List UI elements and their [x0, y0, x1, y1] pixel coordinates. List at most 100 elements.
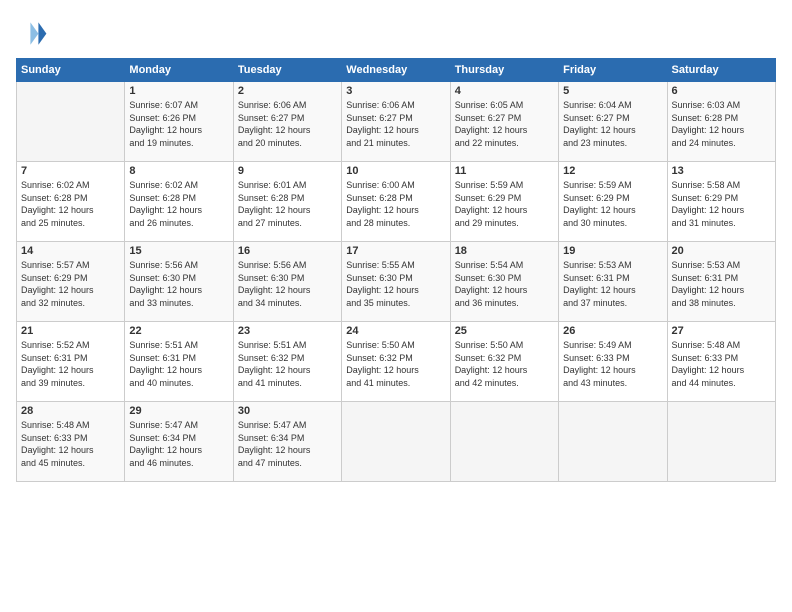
- day-info: Sunrise: 5:56 AM Sunset: 6:30 PM Dayligh…: [238, 259, 337, 309]
- day-number: 30: [238, 405, 337, 417]
- calendar-cell: 28Sunrise: 5:48 AM Sunset: 6:33 PM Dayli…: [17, 402, 125, 482]
- day-number: 25: [455, 325, 554, 337]
- day-info: Sunrise: 6:04 AM Sunset: 6:27 PM Dayligh…: [563, 99, 662, 149]
- day-info: Sunrise: 5:47 AM Sunset: 6:34 PM Dayligh…: [129, 419, 228, 469]
- calendar-table: SundayMondayTuesdayWednesdayThursdayFrid…: [16, 58, 776, 482]
- calendar-cell: 29Sunrise: 5:47 AM Sunset: 6:34 PM Dayli…: [125, 402, 233, 482]
- day-info: Sunrise: 6:02 AM Sunset: 6:28 PM Dayligh…: [21, 179, 120, 229]
- day-info: Sunrise: 5:47 AM Sunset: 6:34 PM Dayligh…: [238, 419, 337, 469]
- day-number: 26: [563, 325, 662, 337]
- calendar-cell: 9Sunrise: 6:01 AM Sunset: 6:28 PM Daylig…: [233, 162, 341, 242]
- calendar-cell: 12 Sunrise: 5:59 AM Sunset: 6:29 PM Dayli…: [559, 162, 667, 242]
- day-number: 7: [21, 165, 120, 177]
- calendar-cell: 5 Sunrise: 6:04 AM Sunset: 6:27 PM Daylig…: [559, 82, 667, 162]
- day-number: 12: [563, 165, 662, 177]
- day-info: Sunrise: 5:55 AM Sunset: 6:30 PM Dayligh…: [346, 259, 445, 309]
- day-info: Sunrise: 6:03 AM Sunset: 6:28 PM Dayligh…: [672, 99, 771, 149]
- calendar-cell: 2 Sunrise: 6:06 AM Sunset: 6:27 PM Daylig…: [233, 82, 341, 162]
- day-info: Sunrise: 6:06 AM Sunset: 6:27 PM Dayligh…: [346, 99, 445, 149]
- calendar-header-row: SundayMondayTuesdayWednesdayThursdayFrid…: [17, 59, 776, 82]
- day-number: 3: [346, 85, 445, 97]
- col-header-sunday: Sunday: [17, 59, 125, 82]
- calendar-cell: 24 Sunrise: 5:50 AM Sunset: 6:32 PM Dayli…: [342, 322, 450, 402]
- day-number: 16: [238, 245, 337, 257]
- day-info: Sunrise: 5:51 AM Sunset: 6:32 PM Dayligh…: [238, 339, 337, 389]
- day-info: Sunrise: 5:58 AM Sunset: 6:29 PM Dayligh…: [672, 179, 771, 229]
- col-header-tuesday: Tuesday: [233, 59, 341, 82]
- calendar-cell: 23 Sunrise: 5:51 AM Sunset: 6:32 PM Dayli…: [233, 322, 341, 402]
- calendar-cell: 14 Sunrise: 5:57 AM Sunset: 6:29 PM Dayli…: [17, 242, 125, 322]
- calendar-cell: 26Sunrise: 5:49 AM Sunset: 6:33 PM Dayli…: [559, 322, 667, 402]
- col-header-monday: Monday: [125, 59, 233, 82]
- day-number: 28: [21, 405, 120, 417]
- calendar-cell: 16 Sunrise: 5:56 AM Sunset: 6:30 PM Dayli…: [233, 242, 341, 322]
- day-number: 1: [129, 85, 228, 97]
- calendar-week-4: 21 Sunrise: 5:52 AM Sunset: 6:31 PM Dayli…: [17, 322, 776, 402]
- day-number: 4: [455, 85, 554, 97]
- day-info: Sunrise: 5:59 AM Sunset: 6:29 PM Dayligh…: [455, 179, 554, 229]
- day-number: 2: [238, 85, 337, 97]
- col-header-thursday: Thursday: [450, 59, 558, 82]
- day-number: 9: [238, 165, 337, 177]
- calendar-cell: [450, 402, 558, 482]
- logo-icon: [16, 16, 48, 48]
- calendar-cell: 19 Sunrise: 5:53 AM Sunset: 6:31 PM Dayli…: [559, 242, 667, 322]
- day-info: Sunrise: 6:02 AM Sunset: 6:28 PM Dayligh…: [129, 179, 228, 229]
- day-number: 11: [455, 165, 554, 177]
- col-header-saturday: Saturday: [667, 59, 775, 82]
- day-number: 8: [129, 165, 228, 177]
- day-info: Sunrise: 5:51 AM Sunset: 6:31 PM Dayligh…: [129, 339, 228, 389]
- day-info: Sunrise: 6:06 AM Sunset: 6:27 PM Dayligh…: [238, 99, 337, 149]
- header: [16, 16, 776, 48]
- col-header-wednesday: Wednesday: [342, 59, 450, 82]
- calendar-cell: 1 Sunrise: 6:07 AM Sunset: 6:26 PM Daylig…: [125, 82, 233, 162]
- calendar-cell: 18 Sunrise: 5:54 AM Sunset: 6:30 PM Dayli…: [450, 242, 558, 322]
- calendar-week-1: 1 Sunrise: 6:07 AM Sunset: 6:26 PM Daylig…: [17, 82, 776, 162]
- calendar-cell: 21 Sunrise: 5:52 AM Sunset: 6:31 PM Dayli…: [17, 322, 125, 402]
- day-info: Sunrise: 6:00 AM Sunset: 6:28 PM Dayligh…: [346, 179, 445, 229]
- calendar-cell: 7 Sunrise: 6:02 AM Sunset: 6:28 PM Daylig…: [17, 162, 125, 242]
- calendar-cell: [667, 402, 775, 482]
- day-number: 19: [563, 245, 662, 257]
- day-info: Sunrise: 5:50 AM Sunset: 6:32 PM Dayligh…: [455, 339, 554, 389]
- calendar-cell: 13 Sunrise: 5:58 AM Sunset: 6:29 PM Dayli…: [667, 162, 775, 242]
- day-number: 15: [129, 245, 228, 257]
- day-number: 18: [455, 245, 554, 257]
- calendar-cell: 30 Sunrise: 5:47 AM Sunset: 6:34 PM Dayli…: [233, 402, 341, 482]
- calendar-week-2: 7 Sunrise: 6:02 AM Sunset: 6:28 PM Daylig…: [17, 162, 776, 242]
- day-info: Sunrise: 6:05 AM Sunset: 6:27 PM Dayligh…: [455, 99, 554, 149]
- day-info: Sunrise: 5:59 AM Sunset: 6:29 PM Dayligh…: [563, 179, 662, 229]
- logo: [16, 16, 50, 48]
- day-number: 13: [672, 165, 771, 177]
- day-number: 10: [346, 165, 445, 177]
- day-number: 14: [21, 245, 120, 257]
- calendar-cell: 4 Sunrise: 6:05 AM Sunset: 6:27 PM Daylig…: [450, 82, 558, 162]
- calendar-week-5: 28Sunrise: 5:48 AM Sunset: 6:33 PM Dayli…: [17, 402, 776, 482]
- day-number: 5: [563, 85, 662, 97]
- col-header-friday: Friday: [559, 59, 667, 82]
- day-number: 23: [238, 325, 337, 337]
- calendar-cell: 22 Sunrise: 5:51 AM Sunset: 6:31 PM Dayli…: [125, 322, 233, 402]
- calendar-cell: 20 Sunrise: 5:53 AM Sunset: 6:31 PM Dayli…: [667, 242, 775, 322]
- day-number: 24: [346, 325, 445, 337]
- calendar-cell: 27Sunrise: 5:48 AM Sunset: 6:33 PM Dayli…: [667, 322, 775, 402]
- day-number: 20: [672, 245, 771, 257]
- day-info: Sunrise: 5:53 AM Sunset: 6:31 PM Dayligh…: [563, 259, 662, 309]
- day-info: Sunrise: 5:54 AM Sunset: 6:30 PM Dayligh…: [455, 259, 554, 309]
- calendar-cell: 15Sunrise: 5:56 AM Sunset: 6:30 PM Dayli…: [125, 242, 233, 322]
- calendar-week-3: 14 Sunrise: 5:57 AM Sunset: 6:29 PM Dayli…: [17, 242, 776, 322]
- day-info: Sunrise: 5:52 AM Sunset: 6:31 PM Dayligh…: [21, 339, 120, 389]
- day-number: 21: [21, 325, 120, 337]
- day-info: Sunrise: 5:57 AM Sunset: 6:29 PM Dayligh…: [21, 259, 120, 309]
- day-info: Sunrise: 5:53 AM Sunset: 6:31 PM Dayligh…: [672, 259, 771, 309]
- day-info: Sunrise: 5:48 AM Sunset: 6:33 PM Dayligh…: [672, 339, 771, 389]
- calendar-cell: 6Sunrise: 6:03 AM Sunset: 6:28 PM Daylig…: [667, 82, 775, 162]
- calendar-cell: [342, 402, 450, 482]
- calendar-cell: 11 Sunrise: 5:59 AM Sunset: 6:29 PM Dayli…: [450, 162, 558, 242]
- calendar-cell: [559, 402, 667, 482]
- day-info: Sunrise: 6:07 AM Sunset: 6:26 PM Dayligh…: [129, 99, 228, 149]
- day-info: Sunrise: 5:50 AM Sunset: 6:32 PM Dayligh…: [346, 339, 445, 389]
- calendar-cell: 8 Sunrise: 6:02 AM Sunset: 6:28 PM Daylig…: [125, 162, 233, 242]
- day-number: 22: [129, 325, 228, 337]
- day-number: 17: [346, 245, 445, 257]
